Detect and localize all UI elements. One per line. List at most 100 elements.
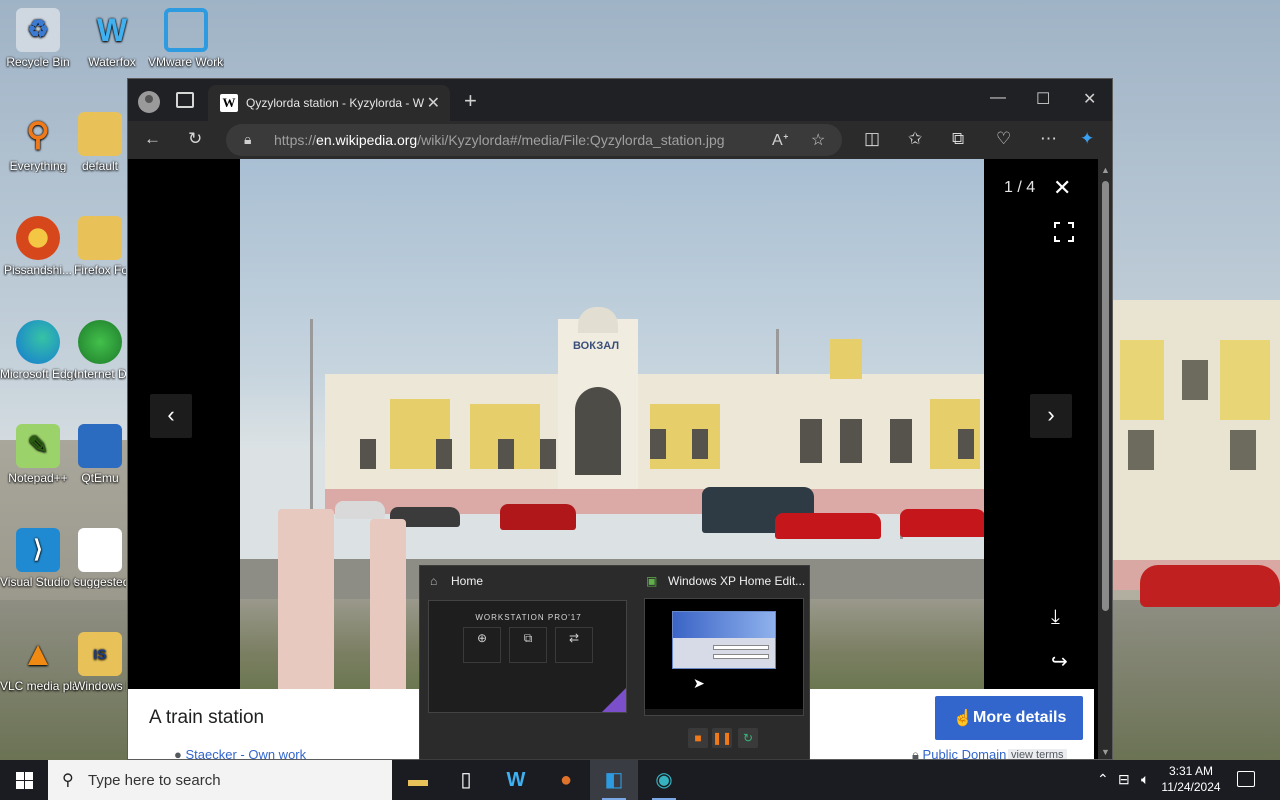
desktop-icon-windows-lisc[interactable]: IS Windows LISC Li... [74, 632, 126, 693]
edge-taskbar-icon[interactable]: ◉ [640, 760, 688, 800]
taskbar-preview-panel: ⌂ Home ▣ Windows XP Home Edit... WORKSTA… [419, 565, 810, 760]
close-window-button[interactable]: ✕ [1083, 89, 1096, 109]
desktop-icon-default[interactable]: default [74, 112, 126, 173]
profile-avatar[interactable] [138, 91, 160, 113]
volume-muted-icon[interactable]: 🔈︎ [1141, 771, 1149, 788]
next-image-button[interactable]: › [1030, 394, 1072, 438]
taskbar: ⚲ Type here to search ▬ ▯ W ● ◧ ◉ ⌃ ⊟ 🔈︎… [0, 760, 1280, 800]
desktop-icon-edge[interactable]: Microsoft Edge [0, 320, 76, 381]
preview-title-windows-xp: Windows XP Home Edit... [668, 574, 806, 588]
hand-pointer-icon: ☝ [953, 710, 973, 727]
favorites-icon[interactable]: ✩ [908, 129, 922, 149]
desktop-icon-recycle-bin[interactable]: ♻ Recycle Bin [0, 8, 76, 69]
more-details-button[interactable]: ☝ More details [935, 696, 1083, 740]
collections-icon[interactable]: ⧉ [952, 129, 964, 149]
split-screen-icon[interactable]: ◫ [864, 129, 880, 149]
browser-taskbar-icon[interactable]: ● [542, 760, 590, 800]
maximize-button[interactable]: ☐ [1036, 89, 1050, 109]
scrollbar-thumb[interactable] [1102, 181, 1109, 611]
download-icon[interactable]: ⤓ [1051, 606, 1060, 629]
vlc-cone-icon: ▲ [21, 635, 55, 673]
desktop-icon-label: Visual Studio Code [0, 575, 76, 589]
xp-login-dialog [672, 611, 776, 669]
desktop-icon-internet-download[interactable]: Internet Download... [74, 320, 126, 381]
clock[interactable]: 3:31 AM 11/24/2024 [1160, 763, 1222, 795]
image-author-link[interactable]: ● Staecker - Own work [174, 747, 306, 759]
desktop-icon-everything[interactable]: ⚲ Everything [0, 112, 76, 173]
desktop-icon-label: Everything [9, 159, 67, 173]
address-url: https://en.wikipedia.org/wiki/Kyzylorda#… [274, 132, 725, 148]
license-link[interactable]: 🔒︎ Public Domain [912, 747, 1007, 760]
desktop-icon-vlc[interactable]: ▲ VLC media player [0, 632, 76, 693]
waterfox-taskbar-icon[interactable]: W [492, 760, 540, 800]
tab-wikipedia[interactable]: W Qyzylorda station - Kyzylorda - Wikipe… [208, 85, 450, 121]
desktop-icon-label: Windows LISC Li... [74, 679, 126, 693]
scroll-up-icon[interactable]: ▲ [1101, 165, 1110, 175]
desktop-icon-suggested[interactable]: suggested [74, 528, 126, 589]
home-icon: ⌂ [430, 574, 438, 588]
desktop-icon-vscode[interactable]: ⟩ Visual Studio Code [0, 528, 76, 589]
desktop-icon-label: VLC media player [0, 679, 76, 693]
previous-image-button[interactable]: ‹ [150, 394, 192, 438]
url-path: /wiki/Kyzylorda#/media/File:Qyzylorda_st… [417, 132, 725, 148]
vmware-taskbar-icon[interactable]: ◧ [590, 760, 638, 800]
address-bar[interactable]: 🔒︎ https://en.wikipedia.org/wiki/Kyzylor… [226, 124, 842, 156]
scroll-down-icon[interactable]: ▼ [1101, 747, 1110, 757]
search-icon: ⚲ [62, 772, 74, 789]
favorite-star-icon[interactable]: ☆ [811, 130, 825, 150]
desktop-icon-qtemu[interactable]: QtEmu [74, 424, 126, 485]
vmware-icon [164, 8, 208, 52]
taskbar-search[interactable]: ⚲ Type here to search [48, 760, 392, 800]
back-arrow-icon[interactable]: ← [144, 129, 161, 149]
pause-icon[interactable]: ❚❚ [712, 728, 732, 748]
page-scrollbar[interactable]: ▲ ▼ [1098, 159, 1112, 759]
copilot-icon[interactable]: ✦ [1080, 129, 1094, 149]
mouse-cursor-icon: ➤ [693, 675, 705, 691]
start-button[interactable] [0, 760, 48, 800]
read-aloud-icon[interactable]: Aᐩ [772, 130, 789, 150]
file-explorer-taskbar-icon[interactable]: ▬ [394, 760, 442, 800]
new-tab-button[interactable]: + [464, 88, 477, 114]
desktop-icon-notepadpp[interactable]: ✎ Notepad++ [0, 424, 76, 485]
monitor-icon [78, 424, 122, 468]
fullscreen-icon[interactable] [1054, 222, 1074, 242]
desktop-icon-label: Waterfox [88, 55, 136, 69]
desktop-icon-pissandshi[interactable]: Pissandshi... [0, 216, 76, 277]
stop-icon[interactable]: ■ [688, 728, 708, 748]
preview-thumbnail-windows-xp[interactable]: ➤ [644, 598, 804, 716]
restart-icon[interactable]: ↻ [738, 728, 758, 748]
refresh-icon[interactable]: ↻ [188, 129, 202, 149]
desktop-icon-firefox-folder[interactable]: Firefox Folder [74, 216, 126, 277]
desktop-icon-vmware[interactable]: VMware Workstation [148, 8, 224, 69]
network-icon[interactable]: ⊟ [1118, 771, 1130, 788]
lock-icon[interactable]: 🔒︎ [244, 131, 251, 148]
clock-date: 11/24/2024 [1161, 780, 1221, 794]
viewer-close-icon[interactable]: ✕ [1053, 175, 1071, 201]
desktop-icon-label: Microsoft Edge [0, 367, 76, 381]
more-menu-icon[interactable]: ⋯ [1040, 129, 1057, 149]
view-terms-link[interactable]: view terms [1008, 749, 1067, 759]
magnifier-icon: ⚲ [26, 116, 50, 152]
tab-close-icon[interactable]: ✕ [427, 93, 440, 113]
license-text: Public Domain [922, 747, 1007, 760]
open-vm-icon: ⧉ [509, 627, 547, 663]
share-icon[interactable]: ↪ [1051, 649, 1068, 674]
license-lock-icon: 🔒︎ [912, 747, 919, 760]
browser-essentials-icon[interactable]: ♡ [996, 129, 1011, 149]
desktop-icon-label: VMware Workstation [148, 55, 224, 69]
notification-center-icon[interactable] [1237, 771, 1255, 787]
desktop-icon-label: Recycle Bin [6, 55, 70, 69]
notepad-taskbar-icon[interactable]: ▯ [442, 760, 490, 800]
folder-icon [78, 112, 122, 156]
show-hidden-icons-icon[interactable]: ⌃ [1097, 771, 1109, 788]
desktop-icon-label: QtEmu [81, 471, 119, 485]
vmware-logo-corner [602, 688, 626, 712]
title-bar: W Qyzylorda station - Kyzylorda - Wikipe… [128, 79, 1112, 121]
desktop-icon-waterfox[interactable]: W Waterfox [74, 8, 150, 69]
preview-thumbnail-home[interactable]: WORKSTATION PRO'17 ⊕ ⧉ ⇄ [428, 600, 627, 713]
tab-actions-icon[interactable] [176, 92, 194, 108]
minimize-button[interactable]: — [990, 89, 1006, 107]
recycle-bin-icon: ♻ [16, 8, 60, 52]
preview-title-home: Home [451, 574, 484, 588]
xp-statusbar [645, 709, 803, 715]
